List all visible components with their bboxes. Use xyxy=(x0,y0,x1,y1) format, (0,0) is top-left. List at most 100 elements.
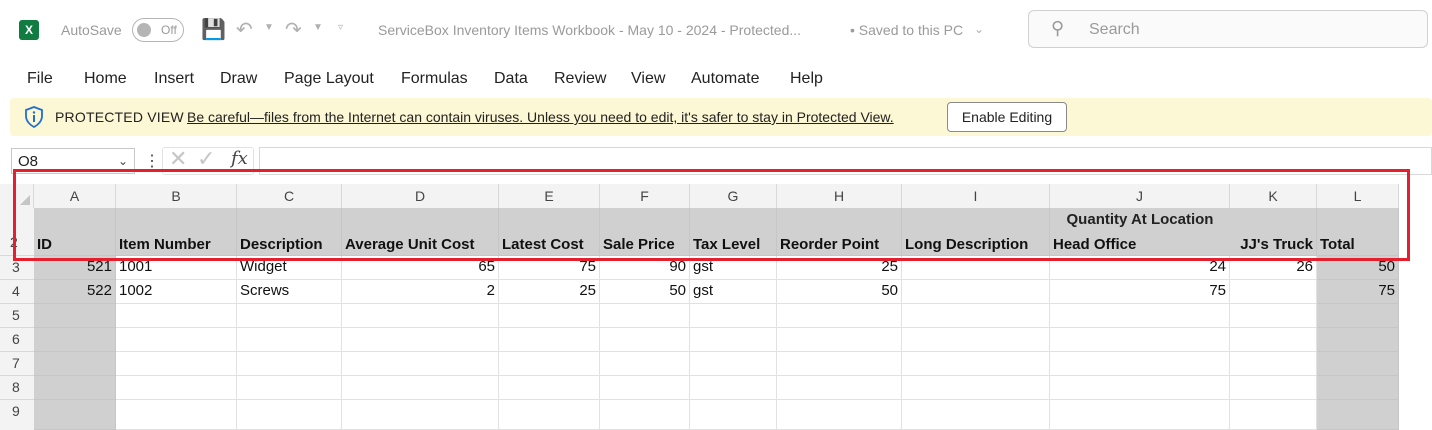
column-header-f[interactable]: F xyxy=(600,184,690,208)
table-cell[interactable] xyxy=(902,304,1050,328)
table-cell[interactable]: 1002 xyxy=(116,280,237,304)
row-header-3[interactable]: 3 xyxy=(0,256,34,280)
search-box[interactable]: ⚲ Search xyxy=(1028,10,1428,48)
header-cell-long-description[interactable]: Long Description xyxy=(902,208,1050,256)
tab-automate[interactable]: Automate xyxy=(691,70,759,88)
row-header-7[interactable]: 7 xyxy=(0,352,34,376)
table-cell[interactable] xyxy=(499,328,600,352)
table-cell[interactable] xyxy=(690,352,777,376)
table-cell[interactable] xyxy=(690,400,777,430)
column-header-k[interactable]: K xyxy=(1230,184,1317,208)
header-cell-tax-level[interactable]: Tax Level xyxy=(690,208,777,256)
table-cell[interactable] xyxy=(116,376,237,400)
table-cell[interactable] xyxy=(34,304,116,328)
table-cell[interactable] xyxy=(342,376,499,400)
table-cell[interactable] xyxy=(902,328,1050,352)
table-cell[interactable] xyxy=(1230,304,1317,328)
chevron-down-icon[interactable]: ⌄ xyxy=(118,154,128,168)
table-cell[interactable]: 521 xyxy=(34,256,116,280)
table-cell[interactable] xyxy=(1050,376,1230,400)
row-header-2[interactable]: 2 xyxy=(0,208,34,256)
header-cell-jjs-truck[interactable]: JJ's Truck xyxy=(1230,208,1317,256)
table-cell[interactable]: 75 xyxy=(499,256,600,280)
table-cell[interactable] xyxy=(600,400,690,430)
saved-status[interactable]: • Saved to this PC xyxy=(850,22,963,38)
table-cell[interactable] xyxy=(777,328,902,352)
table-cell[interactable] xyxy=(237,304,342,328)
undo-icon[interactable]: ↶ xyxy=(236,16,253,44)
tab-formulas[interactable]: Formulas xyxy=(401,70,468,88)
row-header-6[interactable]: 6 xyxy=(0,328,34,352)
enable-editing-button[interactable]: Enable Editing xyxy=(947,102,1067,132)
table-cell[interactable] xyxy=(902,400,1050,430)
table-cell[interactable] xyxy=(237,376,342,400)
table-cell[interactable] xyxy=(237,328,342,352)
row-header-4[interactable]: 4 xyxy=(0,280,34,304)
table-cell[interactable] xyxy=(777,304,902,328)
table-cell[interactable] xyxy=(499,400,600,430)
header-cell-id[interactable]: ID xyxy=(34,208,116,256)
table-cell[interactable] xyxy=(1050,328,1230,352)
tab-help[interactable]: Help xyxy=(790,70,823,88)
column-header-i[interactable]: I xyxy=(902,184,1050,208)
tab-page-layout[interactable]: Page Layout xyxy=(284,70,374,88)
table-cell[interactable] xyxy=(116,352,237,376)
table-cell[interactable] xyxy=(902,352,1050,376)
row-header-5[interactable]: 5 xyxy=(0,304,34,328)
table-cell[interactable] xyxy=(902,376,1050,400)
table-cell[interactable] xyxy=(690,376,777,400)
table-cell[interactable]: 50 xyxy=(777,280,902,304)
table-cell[interactable] xyxy=(777,352,902,376)
table-cell[interactable] xyxy=(1317,352,1399,376)
table-cell[interactable] xyxy=(342,400,499,430)
table-cell[interactable]: 2 xyxy=(342,280,499,304)
header-cell-latest-cost[interactable]: Latest Cost xyxy=(499,208,600,256)
table-cell[interactable] xyxy=(600,376,690,400)
header-cell-average-unit-cost[interactable]: Average Unit Cost xyxy=(342,208,499,256)
table-cell[interactable] xyxy=(116,328,237,352)
table-cell[interactable] xyxy=(116,304,237,328)
table-cell[interactable] xyxy=(1230,352,1317,376)
table-cell[interactable]: 75 xyxy=(1050,280,1230,304)
table-cell[interactable] xyxy=(600,352,690,376)
table-cell[interactable]: Screws xyxy=(237,280,342,304)
table-cell[interactable] xyxy=(690,328,777,352)
column-header-j[interactable]: J xyxy=(1050,184,1230,208)
table-cell[interactable]: gst xyxy=(690,280,777,304)
header-cell-sale-price[interactable]: Sale Price xyxy=(600,208,690,256)
table-cell[interactable] xyxy=(902,256,1050,280)
document-title[interactable]: ServiceBox Inventory Items Workbook - Ma… xyxy=(378,22,801,38)
row-header-9[interactable]: 9 xyxy=(0,400,34,430)
column-header-b[interactable]: B xyxy=(116,184,237,208)
column-header-h[interactable]: H xyxy=(777,184,902,208)
table-cell[interactable] xyxy=(34,352,116,376)
table-cell[interactable]: 1001 xyxy=(116,256,237,280)
autosave-toggle[interactable]: Off xyxy=(132,18,184,42)
table-cell[interactable]: 65 xyxy=(342,256,499,280)
tab-review[interactable]: Review xyxy=(554,70,606,88)
column-header-a[interactable]: A xyxy=(34,184,116,208)
header-cell-description[interactable]: Description xyxy=(237,208,342,256)
table-cell[interactable] xyxy=(34,376,116,400)
table-cell[interactable] xyxy=(499,376,600,400)
tab-data[interactable]: Data xyxy=(494,70,528,88)
table-cell[interactable] xyxy=(1230,328,1317,352)
table-cell[interactable] xyxy=(237,400,342,430)
redo-dropdown-icon[interactable]: ▼ xyxy=(313,22,323,33)
table-cell[interactable] xyxy=(1230,400,1317,430)
redo-icon[interactable]: ↷ xyxy=(285,16,302,44)
tab-draw[interactable]: Draw xyxy=(220,70,257,88)
table-cell[interactable] xyxy=(902,280,1050,304)
table-cell[interactable] xyxy=(600,304,690,328)
table-cell[interactable] xyxy=(690,304,777,328)
table-cell[interactable] xyxy=(777,400,902,430)
saved-dropdown-icon[interactable]: ⌄ xyxy=(974,22,984,36)
table-cell[interactable]: 50 xyxy=(1317,256,1399,280)
column-header-l[interactable]: L xyxy=(1317,184,1399,208)
insert-function-icon[interactable]: fx xyxy=(231,148,248,169)
table-cell[interactable] xyxy=(600,328,690,352)
column-header-c[interactable]: C xyxy=(237,184,342,208)
table-cell[interactable]: 25 xyxy=(777,256,902,280)
column-header-d[interactable]: D xyxy=(342,184,499,208)
table-cell[interactable] xyxy=(237,352,342,376)
